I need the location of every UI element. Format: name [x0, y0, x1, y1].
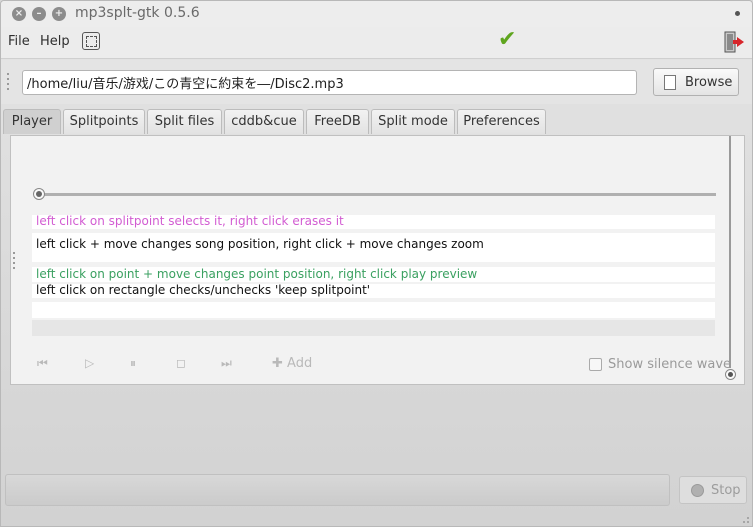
- maximize-window-button[interactable]: +: [52, 7, 66, 21]
- song-position-track[interactable]: [41, 193, 716, 196]
- hint-rectangle-check: left click on rectangle checks/unchecks …: [32, 284, 715, 298]
- check-icon[interactable]: ✔: [498, 27, 516, 52]
- hint-point-move: left click on point + move changes point…: [32, 267, 715, 282]
- resize-grip-icon[interactable]: [740, 514, 750, 524]
- show-silence-wave-label: Show silence wave: [608, 357, 732, 372]
- play-button[interactable]: ▷: [85, 356, 94, 370]
- panel-grip-icon[interactable]: [13, 252, 16, 272]
- window-title: mp3splt-gtk 0.5.6: [75, 5, 200, 21]
- add-label: Add: [287, 356, 313, 371]
- menu-bar: File Help ✔: [1, 27, 752, 59]
- app-window: × – + mp3splt-gtk 0.5.6 File Help ✔ Brow…: [0, 0, 753, 527]
- volume-slider[interactable]: [725, 369, 736, 380]
- add-splitpoint-button[interactable]: ✚ Add: [272, 356, 312, 371]
- minimize-window-button[interactable]: –: [32, 7, 46, 21]
- hint-song-position[interactable]: left click + move changes song position,…: [32, 233, 715, 262]
- tab-split-mode[interactable]: Split mode: [371, 109, 455, 134]
- stop-button[interactable]: Stop: [679, 476, 747, 504]
- tab-cddb-cue[interactable]: cddb&cue: [224, 109, 304, 134]
- song-position-slider[interactable]: [33, 188, 45, 200]
- stop-playback-button[interactable]: ◻: [176, 356, 186, 370]
- tab-player[interactable]: Player: [3, 109, 61, 134]
- volume-track[interactable]: [729, 136, 731, 368]
- document-icon: [664, 75, 676, 90]
- title-bar: × – + mp3splt-gtk 0.5.6: [1, 1, 752, 27]
- file-path-bar: Browse: [1, 60, 752, 104]
- tab-split-files[interactable]: Split files: [147, 109, 222, 134]
- splitpoints-strip[interactable]: [32, 320, 715, 336]
- toolbar-grip-icon[interactable]: [7, 73, 10, 93]
- next-button[interactable]: ⏭: [221, 356, 232, 371]
- waveform-empty-row[interactable]: [32, 302, 715, 318]
- fullscreen-icon[interactable]: [82, 32, 100, 50]
- player-panel: left click on splitpoint selects it, rig…: [10, 135, 745, 385]
- checkbox-icon: [589, 358, 602, 371]
- add-icon: ✚: [272, 356, 283, 371]
- hint-splitpoint-select: left click on splitpoint selects it, rig…: [32, 215, 715, 229]
- previous-button[interactable]: ⏮: [37, 356, 48, 371]
- file-path-input[interactable]: [22, 70, 637, 95]
- stop-label: Stop: [711, 483, 741, 498]
- tab-freedb[interactable]: FreeDB: [306, 109, 369, 134]
- tab-preferences[interactable]: Preferences: [457, 109, 546, 134]
- pause-button[interactable]: ⏸: [130, 356, 136, 371]
- stop-icon: [691, 484, 704, 497]
- window-menu-dot-icon[interactable]: [735, 11, 740, 16]
- progress-bar: [5, 474, 670, 506]
- close-window-button[interactable]: ×: [12, 7, 26, 21]
- exit-icon[interactable]: [723, 31, 745, 53]
- menu-help[interactable]: Help: [40, 34, 70, 49]
- tab-splitpoints[interactable]: Splitpoints: [63, 109, 145, 134]
- menu-file[interactable]: File: [8, 34, 30, 49]
- browse-label: Browse: [685, 75, 733, 90]
- browse-button[interactable]: Browse: [653, 68, 739, 96]
